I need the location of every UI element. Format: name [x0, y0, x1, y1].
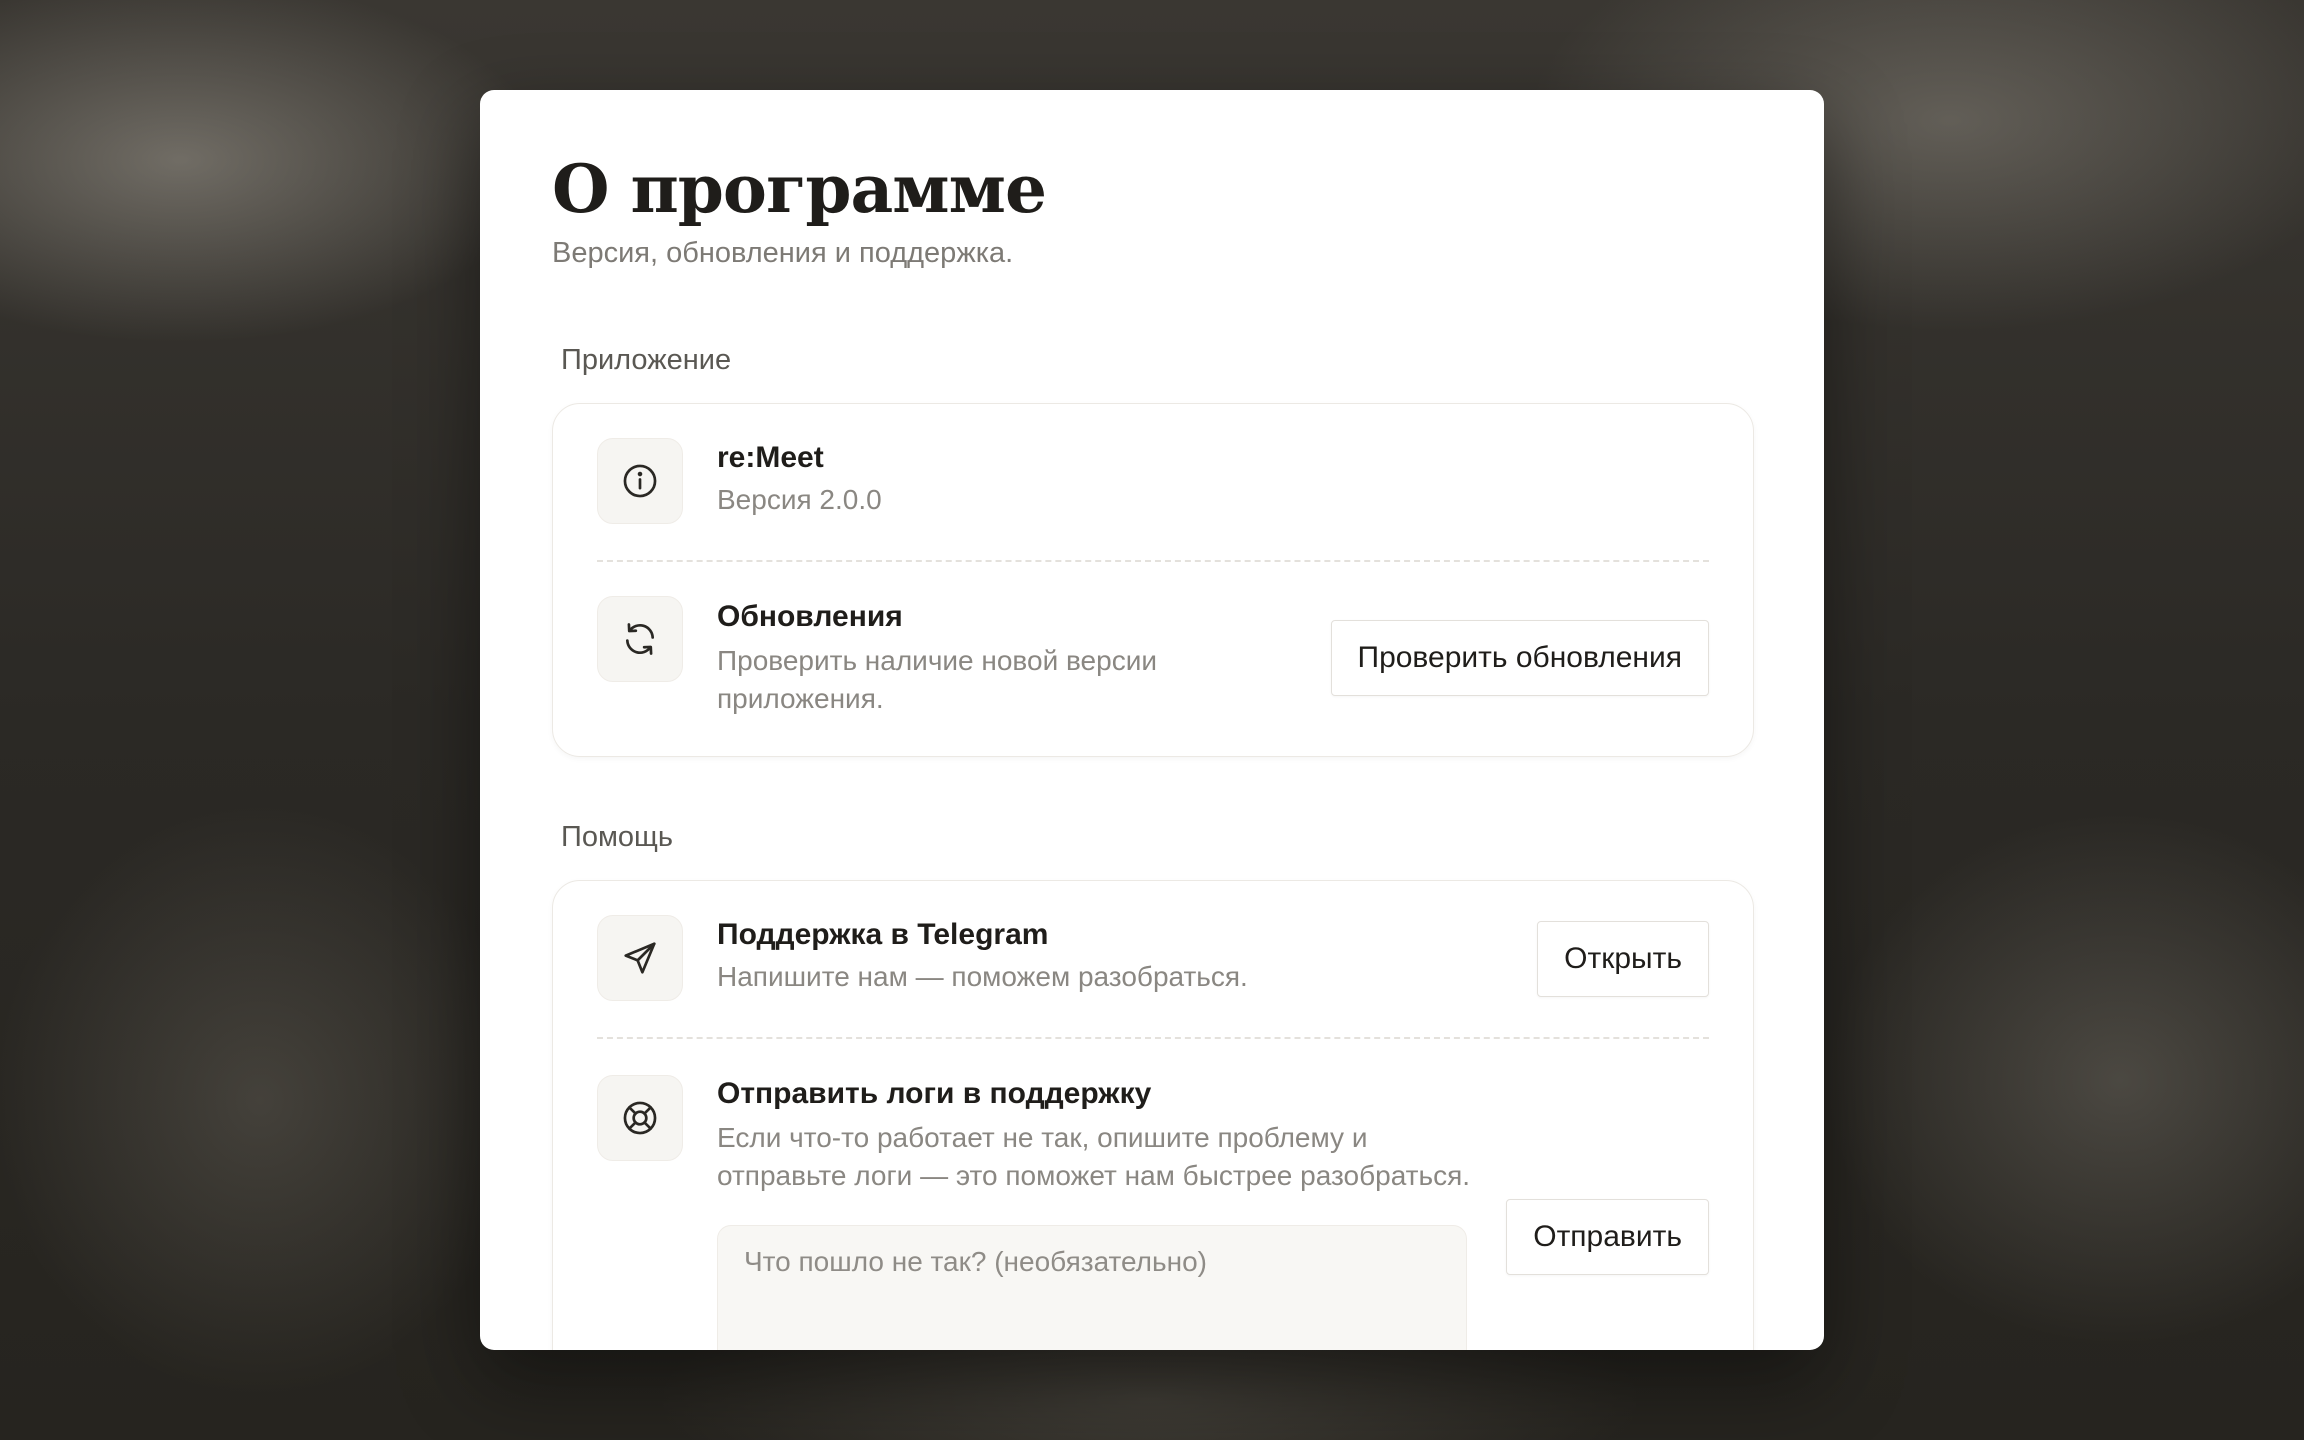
updates-text: Обновления Проверить наличие новой верси… [717, 600, 1157, 718]
send-logs-title: Отправить логи в поддержку [717, 1077, 1152, 1111]
updates-description-line-1: Проверить наличие новой версии [717, 645, 1157, 677]
send-icon [597, 915, 683, 1002]
updates-title: Обновления [717, 600, 903, 634]
dialog-title: О программе [552, 150, 1047, 228]
dialog-content: О программе Версия, обновления и поддерж… [552, 150, 1754, 1350]
send-logs-text: Отправить логи в поддержку Если что-то р… [717, 1077, 1470, 1195]
updates-row: Обновления Проверить наличие новой верси… [597, 560, 1709, 756]
send-logs-description-line-1: Если что-то работает не так, опишите про… [717, 1122, 1368, 1154]
problem-description-input[interactable] [717, 1225, 1467, 1350]
send-logs-row: Отправить логи в поддержку Если что-то р… [597, 1037, 1709, 1350]
refresh-icon [597, 596, 683, 683]
send-logs-description-line-2: отправьте логи — это поможет нам быстрее… [717, 1160, 1471, 1192]
about-dialog: О программе Версия, обновления и поддерж… [480, 90, 1824, 1350]
dialog-subtitle: Версия, обновления и поддержка. [552, 237, 1014, 270]
telegram-description: Напишите нам — поможем разобраться. [717, 961, 1248, 993]
section-label-help: Помощь [561, 821, 674, 854]
info-icon [597, 438, 683, 525]
lifebuoy-icon [597, 1075, 683, 1162]
send-logs-button[interactable]: Отправить [1506, 1199, 1709, 1276]
app-info-text: re:Meet Версия 2.0.0 [717, 441, 882, 519]
open-telegram-button[interactable]: Открыть [1537, 921, 1709, 998]
app-card: re:Meet Версия 2.0.0 Обновления Проверит… [552, 403, 1754, 758]
telegram-text: Поддержка в Telegram Напишите нам — помо… [717, 918, 1248, 996]
app-name: re:Meet [717, 441, 824, 475]
updates-description-line-2: приложения. [717, 683, 884, 715]
app-info-row: re:Meet Версия 2.0.0 [597, 404, 1709, 560]
check-updates-button[interactable]: Проверить обновления [1330, 620, 1709, 697]
send-logs-description: Если что-то работает не так, опишите про… [717, 1119, 1470, 1195]
telegram-row: Поддержка в Telegram Напишите нам — помо… [597, 881, 1709, 1037]
app-version: Версия 2.0.0 [717, 484, 882, 516]
section-label-app: Приложение [561, 344, 732, 377]
help-card: Поддержка в Telegram Напишите нам — помо… [552, 880, 1754, 1350]
telegram-title: Поддержка в Telegram [717, 918, 1049, 952]
updates-description: Проверить наличие новой версии приложени… [717, 642, 1157, 718]
